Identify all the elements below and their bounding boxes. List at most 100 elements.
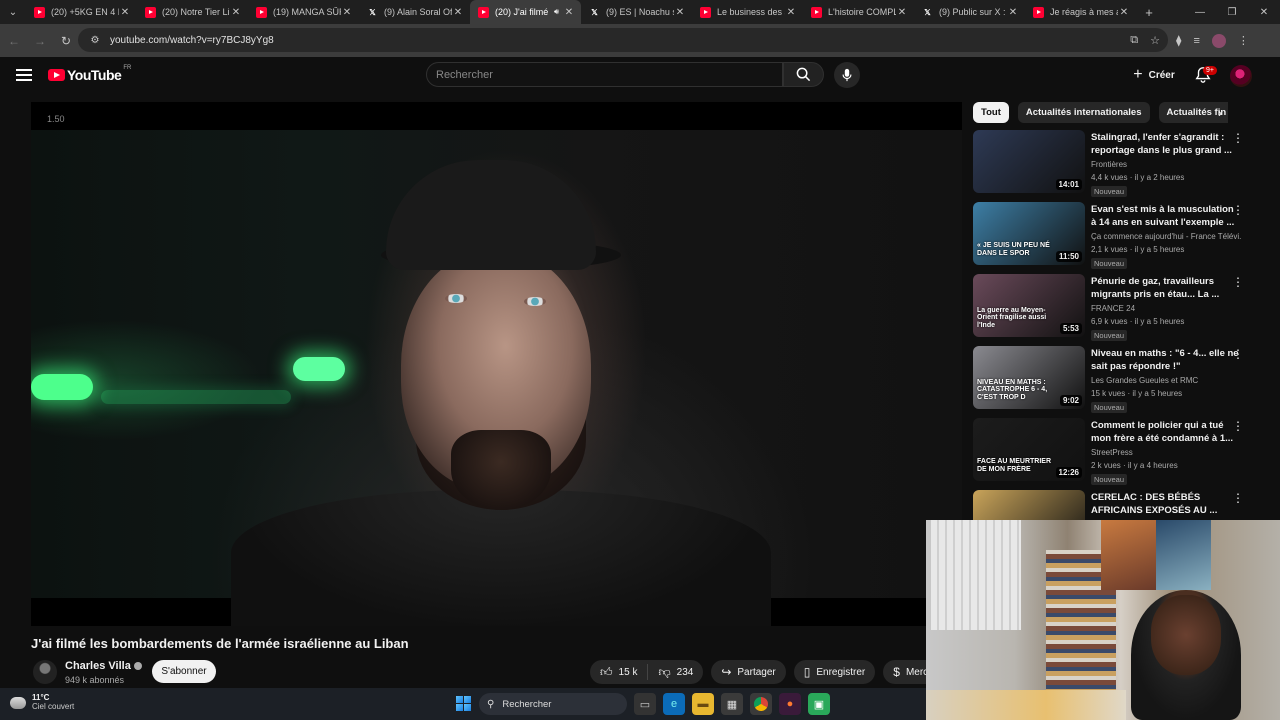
forward-icon[interactable]: → bbox=[28, 29, 52, 53]
recommendation-title[interactable]: Comment le policier qui a tué mon frère … bbox=[1091, 419, 1241, 445]
channel-avatar[interactable] bbox=[33, 660, 57, 684]
dislike-button[interactable]: 👎︎ 234 bbox=[648, 660, 703, 684]
video-frame[interactable] bbox=[31, 130, 962, 626]
audio-playing-icon[interactable]: 🔊︎ bbox=[554, 7, 559, 17]
close-tab-icon[interactable]: ✕ bbox=[119, 7, 131, 18]
create-button[interactable]: + Créer bbox=[1126, 64, 1182, 86]
close-tab-icon[interactable]: ✕ bbox=[452, 7, 464, 18]
browser-tab[interactable]: 𝕏 (9) Public sur X : " ✕ bbox=[914, 0, 1025, 24]
close-window-icon[interactable]: ✕ bbox=[1248, 0, 1280, 24]
recommendation-channel[interactable]: Frontières bbox=[1091, 160, 1241, 169]
filter-chip[interactable]: Actualités internationales bbox=[1017, 102, 1150, 123]
weather-widget[interactable]: 11°C Ciel couvert bbox=[10, 693, 74, 712]
verified-icon bbox=[133, 662, 142, 671]
recommendation-title[interactable]: Evan s'est mis à la musculation à 14 ans… bbox=[1091, 203, 1241, 229]
recommendation-title[interactable]: Niveau en maths : "6 - 4... elle ne sait… bbox=[1091, 347, 1241, 373]
bookmark-star-icon[interactable]: ☆ bbox=[1150, 34, 1160, 47]
file-explorer-icon[interactable]: ▬ bbox=[692, 693, 714, 715]
video-thumbnail[interactable]: La guerre au Moyen-Orient fragilise auss… bbox=[973, 274, 1085, 337]
recommendation-channel[interactable]: StreetPress bbox=[1091, 448, 1241, 457]
recommendation-title[interactable]: CERELAC : DES BÉBÉS AFRICAINS EXPOSÉS AU… bbox=[1091, 491, 1241, 517]
subscribe-button[interactable]: S'abonner bbox=[152, 660, 216, 683]
channel-name-text[interactable]: Charles Villa bbox=[65, 660, 131, 672]
reload-icon[interactable]: ↻ bbox=[54, 29, 78, 53]
video-thumbnail[interactable]: 14:01 bbox=[973, 130, 1085, 193]
browser-tab[interactable]: (19) MANGA SÛR ✕ bbox=[248, 0, 359, 24]
maximize-icon[interactable]: ❐ bbox=[1216, 0, 1248, 24]
site-info-icon[interactable]: ⚙ bbox=[84, 35, 106, 46]
close-tab-icon[interactable]: ✕ bbox=[674, 7, 686, 18]
browser-tab[interactable]: Je réagis à mes ar ✕ bbox=[1025, 0, 1136, 24]
save-button[interactable]: ▯ Enregistrer bbox=[793, 660, 876, 684]
close-tab-icon[interactable]: ✕ bbox=[896, 7, 908, 18]
tab-groups-icon[interactable]: ≡ bbox=[1193, 35, 1199, 47]
search-button[interactable] bbox=[783, 62, 824, 87]
browser-tab[interactable]: 𝕏 (9) Alain Soral Off ✕ bbox=[359, 0, 470, 24]
video-thumbnail[interactable]: FACE AU MEURTRIER DE MON FRÈRE 12:26 bbox=[973, 418, 1085, 481]
youtube-header: YouTube FR Rechercher + Créer bbox=[0, 57, 1280, 94]
windows-start-icon[interactable] bbox=[456, 696, 471, 711]
task-view-icon[interactable]: ▭ bbox=[634, 693, 656, 715]
more-options-icon[interactable]: ⋮ bbox=[1232, 204, 1244, 216]
close-tab-icon[interactable]: ✕ bbox=[1007, 7, 1019, 18]
extensions-icon[interactable]: ⧫ bbox=[1176, 34, 1181, 47]
browser-tab[interactable]: 𝕏 (9) ES | Noachu su✕ bbox=[581, 0, 692, 24]
recommendation-channel[interactable]: FRANCE 24 bbox=[1091, 304, 1241, 313]
recommendation-item[interactable]: La guerre au Moyen-Orient fragilise auss… bbox=[973, 274, 1248, 346]
search-input[interactable]: Rechercher bbox=[426, 62, 783, 87]
firefox-icon[interactable]: ● bbox=[779, 693, 801, 715]
app-icon[interactable]: ▣ bbox=[808, 693, 830, 715]
more-options-icon[interactable]: ⋮ bbox=[1232, 492, 1244, 504]
video-thumbnail[interactable]: NIVEAU EN MATHS : CATASTROPHE 6 - 4, C'E… bbox=[973, 346, 1085, 409]
minimize-icon[interactable]: — bbox=[1184, 0, 1216, 24]
browser-tab[interactable]: (20) Notre Tier Li ✕ bbox=[137, 0, 248, 24]
browser-tab[interactable]: (20) +5KG EN 4 M ✕ bbox=[26, 0, 137, 24]
youtube-logo[interactable]: YouTube FR bbox=[48, 65, 131, 83]
recommendation-item[interactable]: « JE SUIS UN PEU NÉ DANS LE SPOR 11:50 Eva… bbox=[973, 202, 1248, 274]
browser-tab[interactable]: (20) J'ai filmé 🔊︎ ✕ bbox=[470, 0, 581, 24]
recommendation-channel[interactable]: Les Grandes Gueules et RMC bbox=[1091, 376, 1241, 385]
tab-search-icon[interactable]: ⌄ bbox=[0, 0, 26, 24]
store-icon[interactable]: ▦ bbox=[721, 693, 743, 715]
close-tab-icon[interactable]: ✕ bbox=[230, 7, 242, 18]
more-options-icon[interactable]: ⋮ bbox=[1232, 420, 1244, 432]
chevron-right-icon[interactable]: › bbox=[1218, 106, 1222, 120]
more-options-icon[interactable]: ⋮ bbox=[1232, 276, 1244, 288]
close-tab-icon[interactable]: ✕ bbox=[341, 7, 353, 18]
new-tab-button[interactable]: + bbox=[1136, 5, 1162, 20]
close-tab-icon[interactable]: ✕ bbox=[785, 7, 797, 18]
menu-icon[interactable] bbox=[16, 69, 32, 81]
voice-search-button[interactable] bbox=[834, 62, 860, 88]
browser-tab[interactable]: Le business des s ✕ bbox=[692, 0, 803, 24]
back-icon[interactable]: ← bbox=[2, 29, 26, 53]
profile-avatar[interactable] bbox=[1211, 33, 1226, 48]
share-button[interactable]: ↪ Partager bbox=[711, 660, 786, 684]
browser-tab[interactable]: L'histoire COMPL ✕ bbox=[803, 0, 914, 24]
recommendation-title[interactable]: Pénurie de gaz, travailleurs migrants pr… bbox=[1091, 275, 1241, 301]
video-thumbnail[interactable]: « JE SUIS UN PEU NÉ DANS LE SPOR 11:50 bbox=[973, 202, 1085, 265]
url-text[interactable]: youtube.com/watch?v=ry7BCJ8yYg8 bbox=[110, 35, 274, 46]
tab-title: (20) J'ai filmé bbox=[495, 7, 549, 17]
account-avatar[interactable] bbox=[1230, 65, 1252, 87]
channel-name[interactable]: Charles Villa bbox=[65, 660, 142, 672]
more-options-icon[interactable]: ⋮ bbox=[1232, 348, 1244, 360]
like-button[interactable]: 👍︎ 15 k bbox=[590, 660, 647, 684]
close-tab-icon[interactable]: ✕ bbox=[1118, 7, 1130, 18]
video-player[interactable]: 1.50 bbox=[31, 102, 962, 626]
filter-chip[interactable]: Tout bbox=[973, 102, 1009, 123]
address-bar[interactable]: ⚙ youtube.com/watch?v=ry7BCJ8yYg8 ⧉ ☆ bbox=[78, 28, 1168, 52]
presenter-beard bbox=[451, 430, 551, 510]
edge-icon[interactable]: e bbox=[663, 693, 685, 715]
recommendation-title[interactable]: Stalingrad, l'enfer s'agrandit : reporta… bbox=[1091, 131, 1241, 157]
close-tab-icon[interactable]: ✕ bbox=[563, 7, 575, 18]
recommendation-item[interactable]: 14:01 Stalingrad, l'enfer s'agrandit : re… bbox=[973, 130, 1248, 202]
recommendation-channel[interactable]: Ça commence aujourd'hui - France Télévi.… bbox=[1091, 232, 1241, 241]
recommendation-item[interactable]: FACE AU MEURTRIER DE MON FRÈRE 12:26 Comme… bbox=[973, 418, 1248, 490]
taskbar-search[interactable]: ⚲ Rechercher bbox=[479, 693, 627, 715]
recommendation-item[interactable]: NIVEAU EN MATHS : CATASTROPHE 6 - 4, C'E… bbox=[973, 346, 1248, 418]
tab-title: (9) ES | Noachu su bbox=[606, 7, 674, 17]
more-options-icon[interactable]: ⋮ bbox=[1232, 132, 1244, 144]
chrome-icon[interactable] bbox=[750, 693, 772, 715]
install-app-icon[interactable]: ⧉ bbox=[1130, 34, 1138, 47]
browser-menu-icon[interactable]: ⋮ bbox=[1238, 34, 1249, 47]
